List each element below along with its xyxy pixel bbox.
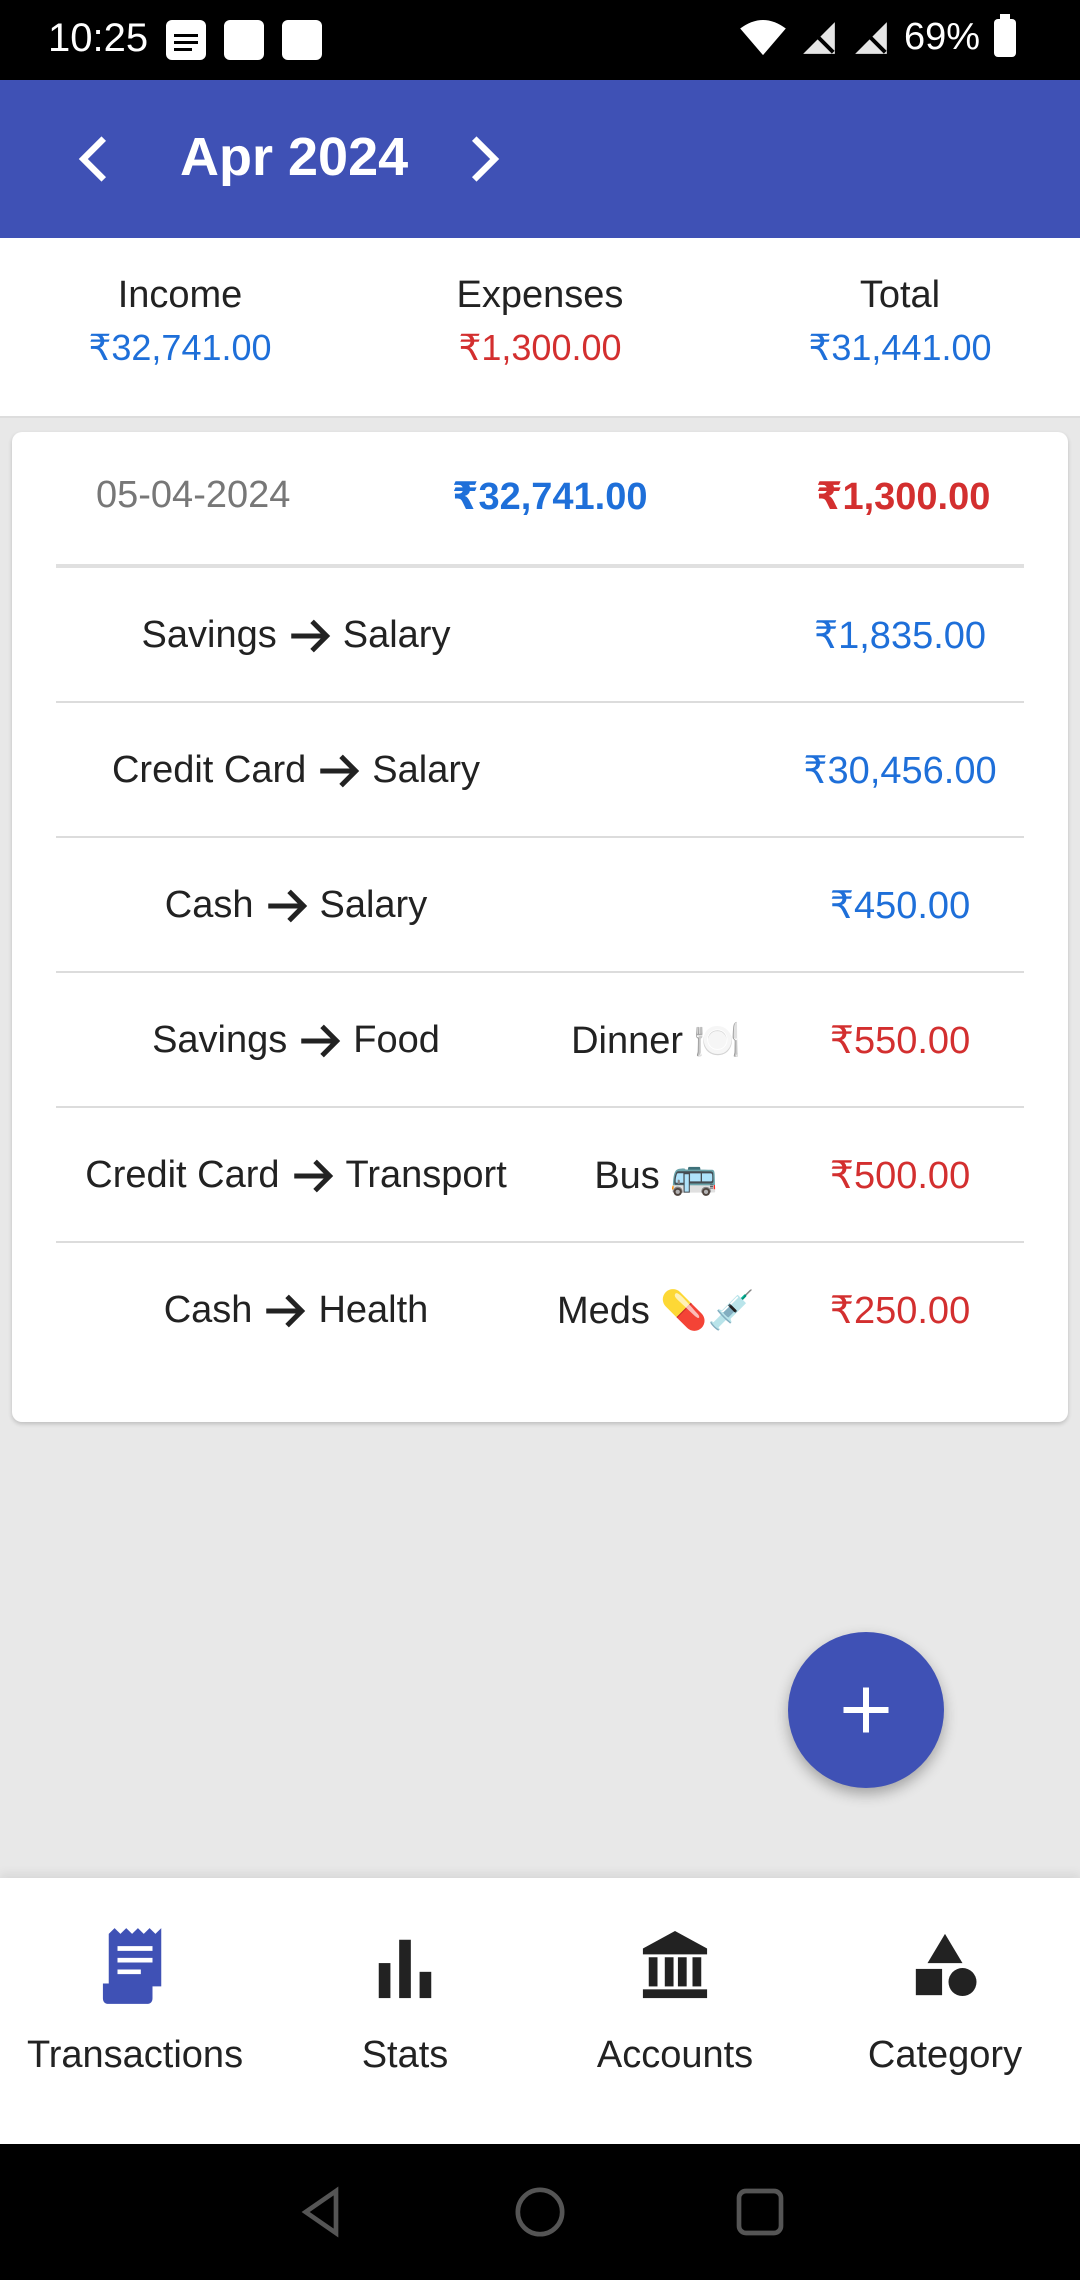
transaction-note bbox=[536, 838, 776, 973]
total-value: ₹31,441.00 bbox=[808, 327, 992, 368]
transaction-row[interactable]: Cash Salary ₹450.00 bbox=[56, 838, 1024, 973]
chevron-right-icon bbox=[471, 136, 500, 182]
transaction-note bbox=[536, 568, 776, 703]
category: Salary bbox=[372, 749, 480, 791]
no-signal-icon bbox=[803, 21, 835, 54]
transaction-amount: ₹500.00 bbox=[829, 1155, 971, 1197]
bottom-navigation: Transactions Stats Accounts Category bbox=[0, 1878, 1080, 2144]
arrow-right-icon bbox=[301, 1024, 341, 1057]
nav-label: Stats bbox=[361, 2034, 449, 2076]
transaction-amount: ₹1,835.00 bbox=[813, 615, 987, 657]
total-label: Total bbox=[859, 274, 941, 316]
bank-icon bbox=[642, 1931, 708, 1999]
nav-label: Category bbox=[867, 2034, 1023, 2076]
arrow-right-icon bbox=[267, 889, 307, 922]
transaction-row[interactable]: Cash Health Meds 💊💉 ₹250.00 bbox=[56, 1243, 1024, 1378]
expenses-value: ₹1,300.00 bbox=[458, 327, 622, 368]
day-header: 05-04-2024 ₹32,741.00 ₹1,300.00 bbox=[56, 432, 1024, 568]
chevron-left-icon bbox=[78, 136, 107, 182]
transaction-path: Credit Card Salary bbox=[56, 703, 536, 838]
home-icon[interactable] bbox=[512, 2184, 568, 2240]
transaction-path: Savings Salary bbox=[56, 568, 536, 703]
system-navigation-bar bbox=[0, 2144, 1080, 2280]
transaction-path: Cash Salary bbox=[56, 838, 536, 973]
recents-icon[interactable] bbox=[732, 2184, 788, 2240]
category-icon bbox=[915, 1933, 977, 1997]
status-right: 69% bbox=[740, 13, 1016, 59]
expenses-summary: Expenses ₹1,300.00 bbox=[360, 274, 720, 369]
transaction-path: Cash Health bbox=[56, 1243, 536, 1378]
status-time: 10:25 bbox=[48, 16, 149, 60]
transaction-amount: ₹250.00 bbox=[829, 1290, 971, 1332]
day-date: 05-04-2024 bbox=[96, 474, 291, 516]
day-card: 05-04-2024 ₹32,741.00 ₹1,300.00 Savings … bbox=[12, 432, 1068, 1422]
receipt-icon bbox=[102, 1928, 162, 2004]
no-signal-icon bbox=[855, 21, 887, 54]
transaction-row[interactable]: Credit Card Transport Bus 🚌 ₹500.00 bbox=[56, 1108, 1024, 1243]
arrow-right-icon bbox=[266, 1294, 306, 1327]
nav-transactions[interactable]: Transactions bbox=[0, 1878, 270, 2144]
arrow-right-icon bbox=[293, 1159, 333, 1192]
bar-chart-icon bbox=[378, 1939, 432, 1999]
transaction-path: Credit Card Transport bbox=[56, 1108, 536, 1243]
arrow-right-icon bbox=[290, 619, 330, 652]
day-expense: ₹1,300.00 bbox=[816, 476, 991, 518]
transaction-path: Savings Food bbox=[56, 973, 536, 1108]
nav-accounts[interactable]: Accounts bbox=[540, 1878, 810, 2144]
nav-stats[interactable]: Stats bbox=[270, 1878, 540, 2144]
next-month-button[interactable] bbox=[448, 120, 518, 198]
transaction-note: Bus 🚌 bbox=[594, 1154, 718, 1197]
previous-month-button[interactable] bbox=[60, 120, 130, 198]
category: Transport bbox=[345, 1154, 507, 1196]
from-account: Credit Card bbox=[85, 1154, 280, 1196]
nav-category[interactable]: Category bbox=[810, 1878, 1080, 2144]
app-notification-icon bbox=[282, 20, 322, 60]
expenses-label: Expenses bbox=[456, 274, 624, 316]
transaction-amount: ₹550.00 bbox=[829, 1020, 971, 1062]
wifi-icon bbox=[740, 19, 786, 55]
battery-icon bbox=[994, 13, 1016, 57]
month-title: Apr 2024 bbox=[180, 127, 409, 187]
category: Salary bbox=[342, 614, 451, 656]
from-account: Savings bbox=[152, 1019, 288, 1061]
transaction-row[interactable]: Savings Food Dinner 🍽️ ₹550.00 bbox=[56, 973, 1024, 1108]
category: Food bbox=[353, 1019, 440, 1061]
transaction-row[interactable]: Credit Card Salary ₹30,456.00 bbox=[56, 703, 1024, 838]
from-account: Cash bbox=[163, 1289, 253, 1331]
income-label: Income bbox=[117, 274, 243, 316]
income-summary: Income ₹32,741.00 bbox=[0, 274, 360, 369]
income-value: ₹32,741.00 bbox=[88, 327, 272, 368]
transaction-note: Dinner 🍽️ bbox=[571, 1019, 741, 1062]
document-notification-icon bbox=[166, 20, 206, 60]
plus-icon bbox=[843, 1687, 889, 1733]
notification-icons bbox=[166, 20, 322, 60]
arrow-right-icon bbox=[320, 754, 360, 787]
app-bar: Apr 2024 bbox=[0, 80, 1080, 238]
transaction-amount: ₹30,456.00 bbox=[803, 750, 997, 792]
from-account: Credit Card bbox=[111, 749, 307, 791]
battery-percent: 69% bbox=[903, 16, 980, 58]
category: Health bbox=[318, 1289, 429, 1331]
from-account: Savings bbox=[141, 614, 277, 656]
status-bar: 10:25 69% bbox=[0, 0, 1080, 80]
transaction-note: Meds 💊💉 bbox=[556, 1289, 756, 1332]
transaction-note bbox=[536, 703, 776, 838]
nav-label: Accounts bbox=[596, 2034, 754, 2076]
nav-label: Transactions bbox=[26, 2034, 244, 2076]
transaction-row[interactable]: Savings Salary ₹1,835.00 bbox=[56, 568, 1024, 703]
total-summary: Total ₹31,441.00 bbox=[720, 274, 1080, 369]
day-income: ₹32,741.00 bbox=[452, 476, 648, 518]
category: Salary bbox=[319, 884, 428, 926]
app-notification-icon bbox=[224, 20, 264, 60]
monthly-summary: Income ₹32,741.00 Expenses ₹1,300.00 Tot… bbox=[0, 238, 1080, 418]
add-transaction-button[interactable] bbox=[788, 1632, 944, 1788]
transaction-amount: ₹450.00 bbox=[829, 885, 971, 927]
from-account: Cash bbox=[164, 884, 254, 926]
back-icon[interactable] bbox=[294, 2184, 350, 2240]
